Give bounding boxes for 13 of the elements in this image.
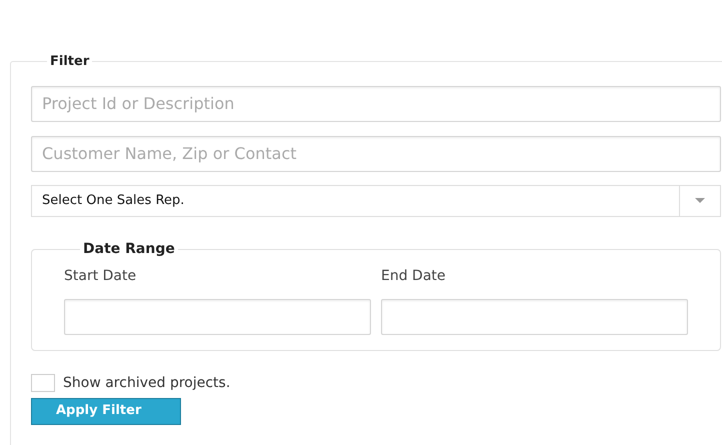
select-value: Select One Sales Rep. bbox=[41, 192, 186, 210]
archived-checkbox[interactable] bbox=[31, 374, 55, 392]
date-range-legend: Date Range bbox=[80, 238, 178, 260]
project-field[interactable]: Project Id or Description bbox=[31, 86, 721, 122]
customer-field[interactable]: Customer Name, Zip or Contact bbox=[31, 136, 721, 172]
start-date-field[interactable] bbox=[64, 298, 371, 334]
caret-icon bbox=[695, 198, 705, 203]
start-date-label: Start Date bbox=[64, 266, 138, 286]
end-date-label: End Date bbox=[381, 266, 447, 286]
filter-legend: Filter bbox=[47, 52, 92, 72]
end-date-field[interactable] bbox=[381, 298, 688, 334]
archived-label: Show archived projects. bbox=[63, 374, 230, 392]
sales-rep-select[interactable]: Select One Sales Rep. bbox=[31, 184, 721, 216]
